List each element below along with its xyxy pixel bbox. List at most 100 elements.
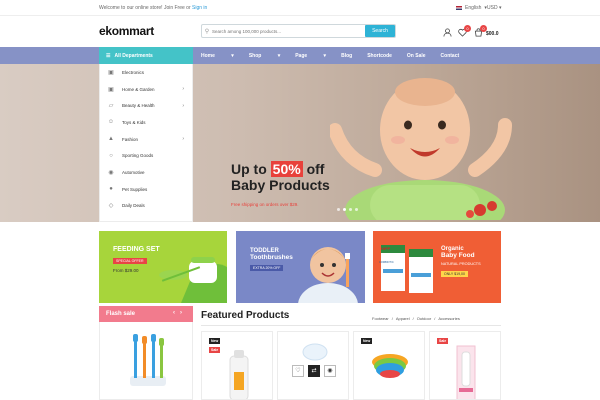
slider-dot[interactable]	[337, 208, 340, 211]
tab-footwear[interactable]: Footwear	[372, 316, 389, 321]
featured-tabs: Footwear / Apparel / Outdoor / Accessori…	[372, 316, 460, 321]
menu-item-automotive[interactable]: ◉ Automotive	[100, 164, 192, 181]
feeding-set-image	[159, 257, 227, 303]
banner3-brand: HiPP	[381, 246, 391, 251]
banner-toothbrushes[interactable]: TODDLER Toothbrushes EXTRA 20% OFF	[236, 231, 365, 303]
departments-label: All Departments	[114, 52, 153, 59]
chevron-right-icon: ›	[182, 136, 184, 143]
featured-divider	[201, 325, 501, 326]
sale-badge: Sale	[209, 347, 221, 353]
tab-outdoor[interactable]: Outdoor	[417, 316, 431, 321]
menu-item-daily-deals[interactable]: ◇ Daily Deals	[100, 198, 192, 215]
departments-menu: ▣ Electronics ▣ Home & Garden › ▱ Beauty & H…	[99, 64, 193, 222]
nav-page[interactable]: Page ▾	[295, 53, 326, 59]
menu-item-fashion[interactable]: ▲ Fashion ›	[100, 131, 192, 148]
menu-item-beauty-health[interactable]: ▱ Beauty & Health ›	[100, 97, 192, 114]
new-badge: New	[209, 338, 221, 344]
tag-icon: ◇	[108, 203, 114, 210]
nav-contact[interactable]: Contact	[441, 53, 460, 59]
user-icon[interactable]	[443, 28, 452, 37]
toy-icon: ☺	[107, 119, 115, 126]
currency-label: USD	[487, 5, 498, 11]
tab-apparel[interactable]: Apparel	[396, 316, 410, 321]
baby-image	[330, 78, 512, 220]
banner3-title2: Baby Food	[441, 252, 475, 259]
search-button[interactable]: Search	[365, 25, 395, 37]
page: Welcome to our online store! Join Free o…	[0, 0, 600, 400]
site-logo[interactable]: ekommart	[99, 24, 154, 38]
nav-shop[interactable]: Shop ▾	[249, 53, 280, 59]
hero-subtitle: Free shipping on orders over $29.	[231, 202, 299, 207]
us-flag-icon	[456, 6, 462, 10]
chevron-right-icon[interactable]: ›	[180, 310, 187, 316]
banner1-price: From $29.00	[113, 268, 139, 273]
paw-icon: ●	[109, 186, 113, 193]
sofa-icon: ▣	[108, 86, 114, 93]
flash-sale-nav: ‹›	[173, 310, 187, 316]
pacifier-image	[302, 343, 328, 361]
banner1-tag: SPECIAL OFFER	[113, 258, 147, 264]
signin-link[interactable]: Sign in	[192, 5, 207, 11]
product-card[interactable]: New Sale	[201, 331, 273, 400]
currency-selector[interactable]: USD ▾	[487, 5, 501, 11]
tab-separator: /	[434, 316, 436, 321]
ball-icon: ○	[109, 152, 113, 159]
hero-title-line2: Baby Products	[231, 177, 330, 193]
flash-sale-header: Flash sale ‹›	[99, 306, 193, 322]
banner3-subtitle: NATURAL PRODUCTS	[441, 262, 481, 266]
tab-separator: /	[391, 316, 393, 321]
slider-dot[interactable]	[355, 208, 358, 211]
nav-shortcode[interactable]: Shortcode	[367, 53, 392, 59]
eye-icon[interactable]: ◉	[324, 365, 336, 377]
search-icon: ⚲	[204, 28, 210, 35]
menu-item-toys-kids[interactable]: ☺ Toys & Kids	[100, 114, 192, 131]
hero-slider[interactable]: Up to 50% off Baby Products Free shippin…	[0, 64, 600, 222]
product-card[interactable]: Sale	[429, 331, 501, 400]
language-selector[interactable]: English ▾	[456, 5, 487, 11]
toothbrush-set-image	[130, 334, 166, 386]
top-bar: Welcome to our online store! Join Free o…	[0, 0, 600, 16]
banner-feeding-set[interactable]: FEEDING SET SPECIAL OFFER From $29.00	[99, 231, 227, 303]
banner3-pack: COMBIOTIC	[379, 261, 394, 264]
tab-accessories[interactable]: Accessories	[438, 316, 460, 321]
featured-products-title: Featured Products	[201, 310, 290, 321]
banner2-title2: Toothbrushes	[250, 254, 293, 261]
menu-item-home-garden[interactable]: ▣ Home & Garden ›	[100, 81, 192, 98]
menu-icon: ☰	[106, 52, 111, 59]
new-badge: New	[361, 338, 373, 344]
slider-dot-active[interactable]	[343, 208, 346, 211]
menu-item-electronics[interactable]: ▣ Electronics	[100, 64, 192, 81]
flash-sale-product[interactable]	[99, 322, 193, 400]
chevron-left-icon[interactable]: ‹	[173, 310, 180, 316]
monitor-icon: ▣	[108, 69, 114, 76]
hero-up-to: Up to	[231, 161, 267, 177]
product-card[interactable]: ♡ ⇄ ◉	[277, 331, 349, 400]
lipstick-icon: ▱	[108, 103, 114, 110]
baby-product-box-image	[456, 345, 476, 399]
welcome-message: Welcome to our online store! Join Free o…	[99, 5, 207, 11]
product-card[interactable]: New	[353, 331, 425, 400]
slider-dot[interactable]	[349, 208, 352, 211]
heart-icon[interactable]: ♡	[292, 365, 304, 377]
banner-baby-food[interactable]: HiPP COMBIOTIC Organic Baby Food NATURAL…	[373, 231, 501, 303]
search-input[interactable]	[212, 28, 362, 34]
chevron-down-icon: ▾	[498, 5, 502, 11]
all-departments-button[interactable]: ☰ All Departments	[99, 47, 193, 64]
menu-item-pet-supplies[interactable]: ● Pet Supplies	[100, 181, 192, 198]
compare-icon[interactable]: ⇄	[308, 365, 320, 377]
toddler-image	[298, 247, 358, 303]
flash-sale-title: Flash sale	[106, 311, 136, 317]
hero-off: off	[306, 161, 325, 177]
welcome-text: Welcome to our online store! Join Free o…	[99, 5, 191, 11]
wishlist-count-badge: 0	[464, 25, 471, 32]
menu-item-sporting-goods[interactable]: ○ Sporting Goods	[100, 147, 192, 164]
nav-home[interactable]: Home ▾	[201, 53, 234, 59]
hero-discount: 50%	[270, 161, 303, 177]
nav-blog[interactable]: Blog	[341, 53, 352, 59]
slider-dots	[337, 208, 358, 211]
hero-title: Up to 50% off Baby Products	[231, 161, 330, 193]
bowls-image	[372, 354, 408, 378]
cart-total[interactable]: $00.0	[486, 31, 499, 37]
tab-separator: /	[412, 316, 414, 321]
nav-on-sale[interactable]: On Sale	[407, 53, 426, 59]
